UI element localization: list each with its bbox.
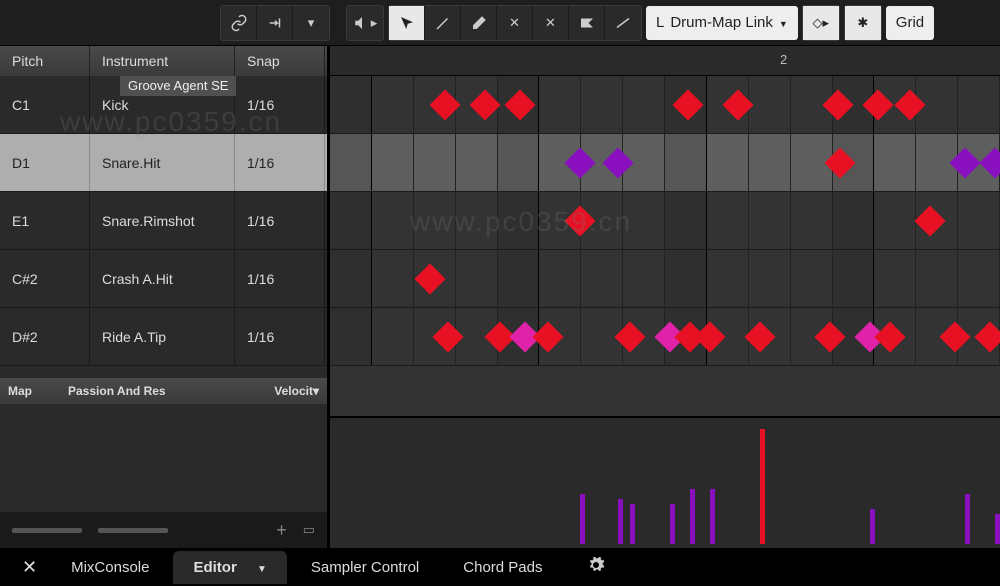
left-bottom-tools: + ▭	[0, 512, 327, 548]
velocity-bar[interactable]	[870, 509, 875, 544]
bottom-tabs: ✕ MixConsole Editor ▼ Sampler Control Ch…	[0, 548, 1000, 586]
velocity-bar[interactable]	[965, 494, 970, 544]
chevron-down-icon	[779, 14, 788, 31]
column-header-snap[interactable]: Snap	[235, 46, 325, 76]
track-list-panel: Pitch Instrument Snap C1Kick1/16D1Snare.…	[0, 46, 330, 548]
track-pitch: C1	[0, 76, 90, 133]
track-row[interactable]: C#2Crash A.Hit1/16	[0, 250, 327, 308]
auto-scroll-icon[interactable]	[257, 6, 293, 40]
chevron-down-icon: ▼	[257, 564, 267, 575]
track-instrument: Snare.Rimshot	[90, 192, 235, 249]
grid-snap-icon[interactable]: ✱	[845, 6, 881, 40]
logo-overlay	[0, 0, 200, 48]
drum-map-dropdown[interactable]: L Drum-Map Link	[646, 6, 798, 40]
tab-mixconsole[interactable]: MixConsole	[51, 551, 169, 584]
eraser-tool-icon[interactable]	[461, 6, 497, 40]
velocity-bar[interactable]	[760, 429, 765, 544]
track-snap: 1/16	[235, 134, 325, 191]
track-pitch: E1	[0, 192, 90, 249]
map-name[interactable]: Passion And Res	[60, 378, 240, 404]
close-tool-icon[interactable]: ✕	[497, 6, 533, 40]
zoom-bar[interactable]	[12, 528, 82, 533]
grid-row[interactable]	[330, 308, 1000, 366]
speaker-icon[interactable]: ▸	[347, 6, 383, 40]
track-header-label[interactable]: Groove Agent SE	[120, 76, 236, 96]
track-snap: 1/16	[235, 250, 325, 307]
column-header-instrument[interactable]: Instrument	[90, 46, 235, 76]
grid-row[interactable]	[330, 76, 1000, 134]
controller-label[interactable]: Velocit	[274, 384, 313, 398]
tab-sampler[interactable]: Sampler Control	[291, 551, 439, 584]
track-pitch: D#2	[0, 308, 90, 365]
grid-row[interactable]	[330, 192, 1000, 250]
link-icon[interactable]	[221, 6, 257, 40]
tab-chord[interactable]: Chord Pads	[443, 551, 562, 584]
velocity-bar[interactable]	[580, 494, 585, 544]
track-instrument: Ride A.Tip	[90, 308, 235, 365]
track-pitch: D1	[0, 134, 90, 191]
gear-icon[interactable]	[567, 548, 625, 586]
velocity-bar[interactable]	[995, 514, 1000, 544]
grid-row[interactable]	[330, 250, 1000, 308]
velocity-bar[interactable]	[710, 489, 715, 544]
grid-label: Grid	[896, 14, 924, 31]
velocity-lane[interactable]	[330, 416, 1000, 548]
timeline-ruler[interactable]: 2	[330, 46, 1000, 76]
column-header-pitch[interactable]: Pitch	[0, 46, 90, 76]
track-snap: 1/16	[235, 192, 325, 249]
grid-row[interactable]	[330, 134, 1000, 192]
top-toolbar: ▾ ▸ ✕ ✕ L Drum-Map Link ◇▸ ✱ Grid	[0, 0, 1000, 46]
velocity-bar[interactable]	[670, 504, 675, 544]
track-snap: 1/16	[235, 76, 325, 133]
zoom-bar[interactable]	[98, 528, 168, 533]
ruler-marker: 2	[780, 52, 787, 67]
map-row: Map Passion And Res Velocit▾	[0, 378, 327, 404]
drum-grid-panel: 2 Groove Agent SE	[330, 46, 1000, 548]
track-row[interactable]: D1Snare.Hit1/16	[0, 134, 327, 192]
velocity-bar[interactable]	[690, 489, 695, 544]
track-list-header: Pitch Instrument Snap	[0, 46, 327, 76]
note-grid[interactable]	[330, 76, 1000, 416]
snap-icon[interactable]: ◇▸	[803, 6, 839, 40]
grid-dropdown[interactable]: Grid	[886, 6, 934, 40]
track-instrument: Crash A.Hit	[90, 250, 235, 307]
page-icon[interactable]: ▭	[303, 522, 315, 538]
plus-icon[interactable]: +	[276, 520, 287, 541]
zoom-tool-icon[interactable]	[569, 6, 605, 40]
drumstick-tool-icon[interactable]	[425, 6, 461, 40]
velocity-bar[interactable]	[630, 504, 635, 544]
tab-editor[interactable]: Editor ▼	[173, 551, 286, 584]
arrow-tool-icon[interactable]	[389, 6, 425, 40]
dropdown-toggle-icon[interactable]: ▾	[293, 6, 329, 40]
track-instrument: Snare.Hit	[90, 134, 235, 191]
drum-map-prefix: L	[656, 14, 664, 31]
mute-tool-icon[interactable]: ✕	[533, 6, 569, 40]
velocity-bar[interactable]	[618, 499, 623, 544]
track-row[interactable]: D#2Ride A.Tip1/16	[0, 308, 327, 366]
line-tool-icon[interactable]	[605, 6, 641, 40]
map-label[interactable]: Map	[0, 378, 60, 404]
track-row[interactable]: E1Snare.Rimshot1/16	[0, 192, 327, 250]
track-pitch: C#2	[0, 250, 90, 307]
close-button[interactable]: ✕	[12, 553, 47, 582]
track-snap: 1/16	[235, 308, 325, 365]
drum-map-label: Drum-Map Link	[670, 14, 773, 31]
